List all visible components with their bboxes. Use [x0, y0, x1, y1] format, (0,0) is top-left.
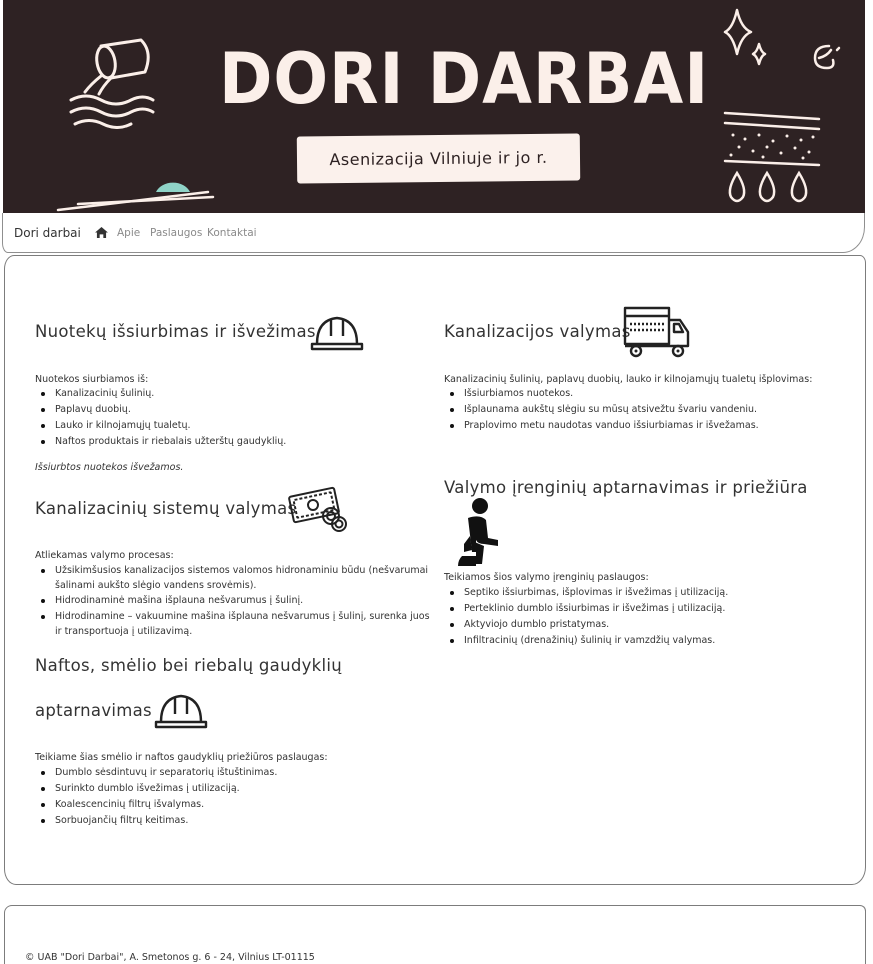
list-item: Kanalizacinių šulinių. — [35, 386, 415, 402]
section-title-irenginiu: Valymo įrenginių aptarnavimas ir priežiū… — [444, 478, 808, 497]
money-icon — [288, 486, 347, 532]
list-nuotekos: Kanalizacinių šulinių. Paplavų duobių. L… — [35, 386, 415, 450]
hard-hat-icon — [310, 316, 364, 351]
section-intro-sistemu: Atliekamas valymo procesas: — [35, 550, 174, 561]
sparkle-icon — [723, 8, 767, 66]
list-item: Hidrodinaminė mašina išplauna nešvarumus… — [35, 593, 435, 609]
section-title-nuotekos: Nuotekų išsiurbimas ir išvežimas — [35, 322, 316, 341]
list-item: Dumblo sėsdintuvų ir separatorių ištušti… — [35, 765, 415, 781]
list-item: Išsiurbiamos nuotekos. — [444, 386, 844, 402]
section-intro-gaudykliu: Teikiame šias smėlio ir naftos gaudyklių… — [35, 752, 328, 763]
brand-subtitle: Asenizacija Vilniuje ir jo r. — [329, 147, 548, 170]
list-item: Koalescencinių filtrų išvalymas. — [35, 797, 415, 813]
section-title-gaudykliu-line1: Naftos, smėlio bei riebalų gaudyklių — [35, 656, 343, 675]
hero-banner: DORI DARBAI Asenizacija Vilniuje ir jo r… — [3, 0, 865, 213]
section-note-nuotekos: Išsiurbtos nuotekos išvežamos. — [35, 462, 184, 473]
brand-subtitle-box: Asenizacija Vilniuje ir jo r. — [296, 133, 581, 184]
brand-title: DORI DARBAI — [219, 38, 710, 120]
list-item: Naftos produktais ir riebalais užterštų … — [35, 434, 415, 450]
section-title-gaudykliu-line2: aptarnavimas — [35, 701, 152, 720]
nav-link-kontaktai[interactable]: Kontaktai — [207, 227, 257, 239]
list-kanalizacijos: Išsiurbiamos nuotekos. Išplaunama aukštų… — [444, 386, 844, 434]
list-item: Paplavų duobių. — [35, 402, 415, 418]
section-intro-kanalizacijos: Kanalizacinių šulinių, paplavų duobių, l… — [444, 374, 813, 385]
list-gaudykliu: Dumblo sėsdintuvų ir separatorių ištušti… — [35, 765, 415, 829]
navbar: Dori darbai Apie Paslaugos Kontaktai — [2, 213, 865, 253]
list-item: Sorbuojančių filtrų keitimas. — [35, 813, 415, 829]
nav-link-apie[interactable]: Apie — [117, 227, 140, 239]
list-item: Septiko išsiurbimas, išplovimas ir išvež… — [444, 585, 844, 601]
section-intro-nuotekos: Nuotekos siurbiamos iš: — [35, 374, 149, 385]
nav-brand[interactable]: Dori darbai — [14, 226, 81, 240]
truck-icon — [623, 306, 690, 358]
list-item: Infiltracinių (drenažinių) šulinių ir va… — [444, 633, 844, 649]
footer: © UAB "Dori Darbai", A. Smetonos g. 6 - … — [4, 905, 866, 964]
decorative-shape — [56, 182, 215, 212]
list-item: Užsikimšusios kanalizacijos sistemos val… — [35, 563, 435, 593]
list-item: Hidrodinamine – vakuumine mašina išplaun… — [35, 609, 435, 639]
list-irenginiu: Septiko išsiurbimas, išplovimas ir išvež… — [444, 585, 844, 649]
hard-hat-icon — [154, 694, 208, 729]
list-item: Lauko ir kilnojamųjų tualetų. — [35, 418, 415, 434]
worker-icon — [458, 498, 498, 566]
swirl-icon — [813, 44, 841, 70]
home-icon[interactable] — [95, 227, 108, 238]
list-sistemu: Užsikimšusios kanalizacijos sistemos val… — [35, 563, 435, 639]
nav-link-paslaugos[interactable]: Paslaugos — [150, 227, 202, 239]
section-intro-irenginiu: Teikiamos šios valymo įrenginių paslaugo… — [444, 572, 649, 583]
section-title-sistemu: Kanalizacinių sistemų valymas — [35, 499, 297, 518]
list-item: Praplovimo metu naudotas vanduo išsiurbi… — [444, 418, 844, 434]
list-item: Išplaunama aukštų slėgiu su mūsų atsivež… — [444, 402, 844, 418]
soil-layers-icon — [723, 111, 821, 203]
list-item: Aktyviojo dumblo pristatymas. — [444, 617, 844, 633]
drain-pipe-icon — [69, 38, 155, 129]
footer-copyright: © UAB "Dori Darbai", A. Smetonos g. 6 - … — [25, 952, 315, 963]
services-card: Nuotekų išsiurbimas ir išvežimas Nuoteko… — [4, 255, 866, 885]
list-item: Perteklinio dumblo išsiurbimas ir išveži… — [444, 601, 844, 617]
list-item: Surinkto dumblo išvežimas į utilizaciją. — [35, 781, 415, 797]
section-title-kanalizacijos: Kanalizacijos valymas — [444, 322, 631, 341]
